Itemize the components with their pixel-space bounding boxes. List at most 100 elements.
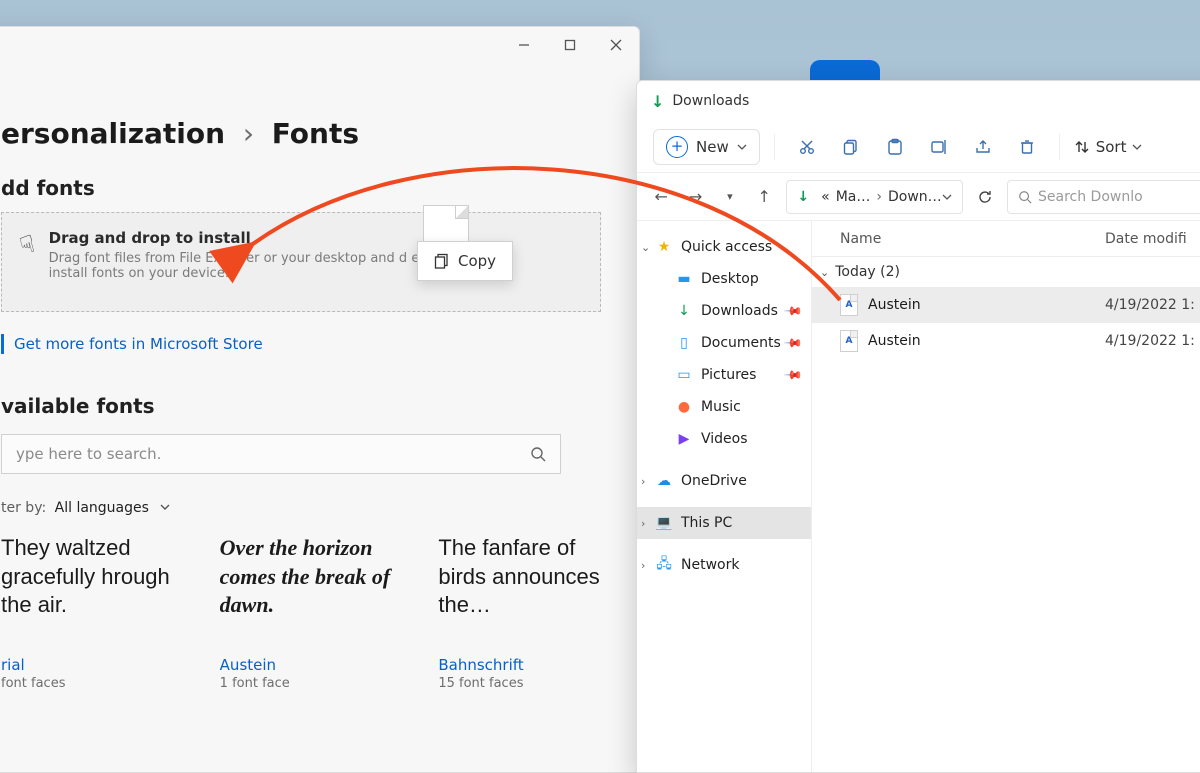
dropzone-title: Drag and drop to install — [49, 229, 469, 247]
group-today[interactable]: ⌄ Today (2) — [812, 257, 1200, 287]
microsoft-store-link[interactable]: Get more fonts in Microsoft Store — [14, 335, 263, 353]
chevron-down-icon[interactable] — [942, 192, 952, 202]
copy-icon — [434, 253, 450, 269]
sort-label: Sort — [1096, 138, 1127, 156]
font-faces: 15 font faces — [438, 676, 611, 691]
explorer-titlebar[interactable]: ↓ Downloads — [637, 81, 1200, 121]
nav-quick-access[interactable]: ⌄ ★ Quick access — [637, 231, 811, 263]
nav-label: Desktop — [701, 271, 759, 287]
pin-icon: 📌 — [783, 365, 803, 385]
dropzone-subtitle: Drag font files from File Explorer or yo… — [49, 251, 469, 281]
breadcrumb-parent[interactable]: ersonalization — [1, 117, 225, 150]
desktop-icon: ▬ — [675, 271, 693, 287]
filter-row[interactable]: ter by: All languages — [1, 500, 611, 516]
address-segment[interactable]: Ma… — [836, 189, 871, 205]
nav-label: Pictures — [701, 367, 756, 383]
new-label: New — [696, 138, 729, 156]
font-name: rial — [1, 656, 174, 674]
download-icon: ↓ — [797, 189, 809, 205]
copy-icon[interactable] — [833, 129, 869, 165]
plus-circle-icon: + — [666, 136, 688, 158]
nav-forward-button[interactable]: → — [683, 183, 707, 211]
explorer-search-box[interactable] — [1007, 180, 1200, 214]
font-search-input[interactable] — [16, 445, 530, 463]
nav-downloads[interactable]: ↓Downloads📌 — [637, 295, 811, 327]
delete-icon[interactable] — [1009, 129, 1045, 165]
close-button[interactable] — [593, 27, 639, 63]
download-icon: ↓ — [651, 92, 664, 111]
pictures-icon: ▭ — [675, 367, 693, 383]
refresh-button[interactable] — [973, 183, 997, 211]
chevron-right-icon: › — [876, 189, 882, 205]
column-name[interactable]: Name — [812, 231, 1105, 247]
list-header[interactable]: Name Date modifi — [812, 221, 1200, 257]
font-card-bahnschrift[interactable]: The fanfare of birds announces the… Bahn… — [438, 534, 611, 691]
font-sample: Over the horizon comes the break of dawn… — [220, 534, 393, 644]
search-icon — [1018, 190, 1032, 204]
address-segment[interactable]: Down… — [888, 189, 942, 205]
font-name: Bahnschrift — [438, 656, 611, 674]
nav-label: This PC — [681, 515, 732, 531]
music-icon: ● — [675, 399, 693, 415]
group-label: Today (2) — [835, 264, 900, 280]
copy-label: Copy — [458, 252, 496, 270]
nav-documents[interactable]: ▯Documents📌 — [637, 327, 811, 359]
network-icon: 🖧 — [655, 553, 673, 577]
nav-network[interactable]: ›🖧Network — [637, 549, 811, 581]
drag-tooltip-copy: Copy — [417, 241, 513, 281]
font-card-austein[interactable]: Over the horizon comes the break of dawn… — [220, 534, 393, 691]
chevron-down-icon — [1132, 142, 1142, 152]
file-date: 4/19/2022 1: — [1105, 297, 1200, 313]
available-fonts-heading: vailable fonts — [1, 394, 611, 418]
new-button[interactable]: + New — [653, 129, 760, 165]
chevron-right-icon: › — [641, 475, 653, 488]
pin-icon: 📌 — [783, 301, 803, 321]
rename-icon[interactable] — [921, 129, 957, 165]
nav-up-button[interactable]: ↑ — [752, 183, 776, 211]
address-box[interactable]: ↓ « Ma… › Down… — [786, 180, 962, 214]
column-date[interactable]: Date modifi — [1105, 231, 1200, 247]
star-icon: ★ — [655, 239, 673, 255]
nav-chevron-down-icon[interactable]: ▾ — [718, 183, 742, 211]
file-row[interactable]: AAustein 4/19/2022 1: — [812, 287, 1200, 323]
paste-icon[interactable] — [877, 129, 913, 165]
nav-pictures[interactable]: ▭ Pictures 📌 — [637, 359, 811, 391]
font-sample: They waltzed gracefully hrough the air. — [1, 534, 174, 644]
explorer-file-list: Name Date modifi ⌄ Today (2) AAustein 4/… — [812, 221, 1200, 772]
nav-this-pc[interactable]: ›💻This PC — [637, 507, 811, 539]
cloud-icon: ☁ — [655, 473, 673, 489]
breadcrumb-separator: › — [243, 117, 254, 150]
nav-desktop[interactable]: ▬ Desktop — [637, 263, 811, 295]
nav-onedrive[interactable]: ›☁OneDrive — [637, 465, 811, 497]
add-fonts-heading: dd fonts — [1, 176, 611, 200]
document-icon: ▯ — [675, 335, 693, 351]
sort-button[interactable]: Sort — [1074, 138, 1143, 156]
sort-icon — [1074, 139, 1090, 155]
chevron-down-icon: ⌄ — [820, 266, 829, 279]
explorer-window: ↓ Downloads + New Sort ← → ▾ ↑ ↓ « Ma… — [636, 80, 1200, 773]
breadcrumb[interactable]: ersonalization › Fonts — [1, 117, 611, 150]
share-icon[interactable] — [965, 129, 1001, 165]
nav-label: Music — [701, 399, 741, 415]
cut-icon[interactable] — [789, 129, 825, 165]
nav-videos[interactable]: ▶Videos — [637, 423, 811, 455]
filter-label: ter by: — [1, 500, 46, 516]
maximize-button[interactable] — [547, 27, 593, 63]
explorer-title: Downloads — [672, 93, 749, 109]
file-row[interactable]: AAustein 4/19/2022 1: — [812, 323, 1200, 359]
font-name: Austein — [220, 656, 393, 674]
nav-music[interactable]: ● Music — [637, 391, 811, 423]
font-search-box[interactable] — [1, 434, 561, 474]
font-faces: font faces — [1, 676, 174, 691]
font-grid: They waltzed gracefully hrough the air. … — [1, 534, 611, 691]
explorer-navpane: ⌄ ★ Quick access ▬Desktop ↓Downloads📌 ▯D… — [637, 221, 812, 772]
search-icon — [530, 446, 546, 462]
explorer-search-input[interactable] — [1038, 189, 1200, 205]
nav-label: Downloads — [701, 303, 778, 319]
nav-back-button[interactable]: ← — [649, 183, 673, 211]
font-faces: 1 font face — [220, 676, 393, 691]
minimize-button[interactable] — [501, 27, 547, 63]
font-sample: The fanfare of birds announces the… — [438, 534, 611, 644]
font-card-arial[interactable]: They waltzed gracefully hrough the air. … — [1, 534, 174, 691]
chevron-down-icon — [737, 142, 747, 152]
